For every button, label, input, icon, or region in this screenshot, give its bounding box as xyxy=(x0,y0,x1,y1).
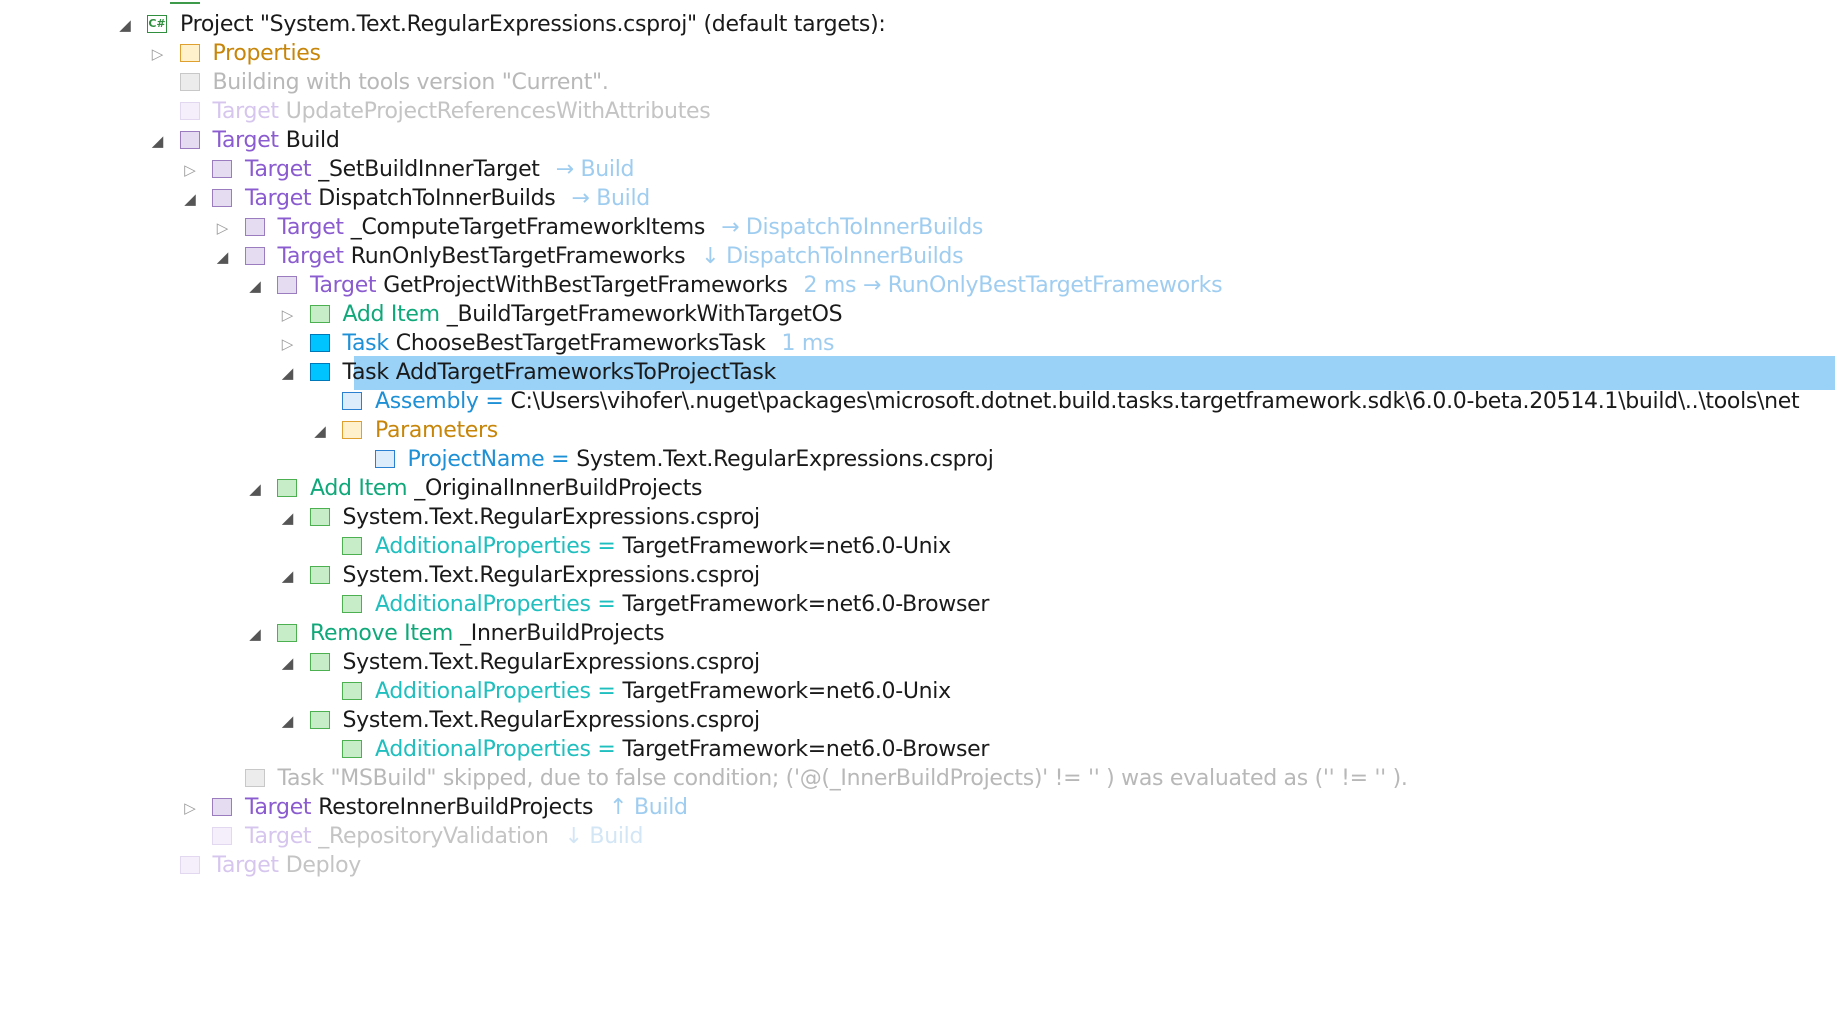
item-icon xyxy=(309,653,330,671)
node-name: UpdateProjectReferencesWithAttributes xyxy=(285,99,711,124)
node-kind-keyword: AdditionalProperties = xyxy=(375,679,616,704)
node-name: System.Text.RegularExpressions.csproj xyxy=(342,563,761,588)
node-kind-keyword: Target xyxy=(310,273,377,298)
node-kind-keyword: AdditionalProperties = xyxy=(375,737,616,762)
target-icon xyxy=(179,856,200,874)
node-suffix: 2 ms → RunOnlyBestTargetFrameworks xyxy=(803,273,1223,298)
node-kind-keyword: Target xyxy=(277,244,345,269)
item-icon xyxy=(342,537,362,555)
node-suffix: ↓ DispatchToInnerBuilds xyxy=(701,244,964,269)
node-suffix: → Build xyxy=(571,186,650,211)
node-name: RunOnlyBestTargetFrameworks xyxy=(350,244,686,269)
target-icon xyxy=(212,160,232,178)
item-icon xyxy=(342,682,362,700)
build-log-tree[interactable]: ◢ C# Project "System.Text.RegularExpressio… xyxy=(0,0,1835,1032)
node-kind-keyword: Properties xyxy=(212,41,321,66)
item-icon xyxy=(309,305,330,323)
message-icon xyxy=(179,73,200,91)
node-name: Building with tools version "Current". xyxy=(212,70,609,95)
target-icon xyxy=(277,276,297,294)
node-suffix: ↓ Build xyxy=(564,824,644,849)
csharp-project-icon: C# xyxy=(147,15,167,33)
node-name: GetProjectWithBestTargetFrameworks xyxy=(383,273,788,298)
task-icon xyxy=(309,334,330,352)
node-kind-keyword: Target xyxy=(245,157,312,182)
node-name: System.Text.RegularExpressions.csproj xyxy=(342,708,761,733)
item-icon xyxy=(309,566,330,584)
message-icon xyxy=(244,769,265,787)
tree-row-label: Target Deploy xyxy=(213,849,362,883)
node-suffix: ↑ Build xyxy=(609,795,688,820)
item-icon xyxy=(342,595,362,613)
folder-icon xyxy=(179,44,200,62)
node-kind-keyword: Target xyxy=(212,128,280,153)
target-icon xyxy=(244,247,265,265)
property-icon xyxy=(374,450,395,468)
node-name: C:\Users\vihofer\.nuget\packages\microso… xyxy=(510,389,1800,414)
item-icon xyxy=(342,740,362,758)
node-kind-keyword: Target xyxy=(212,99,280,124)
task-icon xyxy=(309,363,330,381)
node-name: TargetFramework=net6.0-Unix xyxy=(622,534,951,559)
node-kind-keyword: Target xyxy=(212,853,280,878)
node-name: System.Text.RegularExpressions.csproj xyxy=(342,505,761,530)
node-kind-keyword: Assembly = xyxy=(375,389,504,414)
node-kind-keyword: Task xyxy=(342,331,390,356)
node-kind-keyword: ProjectName = xyxy=(407,447,570,472)
node-kind-keyword: Parameters xyxy=(375,418,498,443)
node-name: _BuildTargetFrameworkWithTargetOS xyxy=(446,302,843,327)
node-kind-keyword: Target xyxy=(277,215,345,240)
node-suffix: → Build xyxy=(555,157,635,182)
target-icon xyxy=(244,218,265,236)
node-name: TargetFramework=net6.0-Browser xyxy=(622,737,990,762)
partial-row-above xyxy=(170,0,200,4)
folder-icon xyxy=(342,421,362,439)
node-kind-keyword: AdditionalProperties = xyxy=(375,592,616,617)
node-kind-keyword: Target xyxy=(245,795,312,820)
node-name: _OriginalInnerBuildProjects xyxy=(414,476,703,501)
node-name: TargetFramework=net6.0-Unix xyxy=(622,679,951,704)
target-icon xyxy=(212,827,232,845)
node-kind-keyword: Task xyxy=(342,360,390,385)
node-suffix: 1 ms xyxy=(781,331,835,356)
node-name: RestoreInnerBuildProjects xyxy=(318,795,594,820)
node-kind-keyword: Add Item xyxy=(310,476,408,501)
target-icon xyxy=(212,189,232,207)
node-name: System.Text.RegularExpressions.csproj xyxy=(576,447,994,472)
node-name: _SetBuildInnerTarget xyxy=(318,157,540,182)
node-name: TargetFramework=net6.0-Browser xyxy=(622,592,990,617)
node-name: _ComputeTargetFrameworkItems xyxy=(350,215,706,240)
node-name: Task "MSBuild" skipped, due to false con… xyxy=(277,766,1408,791)
node-kind-keyword: AdditionalProperties = xyxy=(375,534,616,559)
node-name: System.Text.RegularExpressions.csproj xyxy=(342,650,761,675)
node-name: AddTargetFrameworksToProjectTask xyxy=(395,360,777,385)
node-name: Deploy xyxy=(285,853,362,878)
node-name: _RepositoryValidation xyxy=(318,824,549,849)
item-icon xyxy=(309,508,330,526)
item-icon xyxy=(277,624,297,642)
node-name: DispatchToInnerBuilds xyxy=(318,186,556,211)
item-icon xyxy=(277,479,297,497)
node-suffix: → DispatchToInnerBuilds xyxy=(721,215,984,240)
target-icon xyxy=(179,131,200,149)
node-name: ChooseBestTargetFrameworksTask xyxy=(395,331,766,356)
node-kind-keyword: Target xyxy=(245,186,312,211)
node-name: Build xyxy=(285,128,340,153)
target-icon xyxy=(212,798,232,816)
target-icon xyxy=(179,102,200,120)
node-kind-keyword: Remove Item xyxy=(310,621,454,646)
item-icon xyxy=(309,711,330,729)
node-kind-keyword: Add Item xyxy=(342,302,441,327)
property-icon xyxy=(342,392,362,410)
node-kind-keyword: Target xyxy=(245,824,312,849)
tree-row[interactable]: Target Deploy xyxy=(0,849,1835,883)
node-name: Project "System.Text.RegularExpressions.… xyxy=(180,12,886,37)
node-name: _InnerBuildProjects xyxy=(460,621,665,646)
